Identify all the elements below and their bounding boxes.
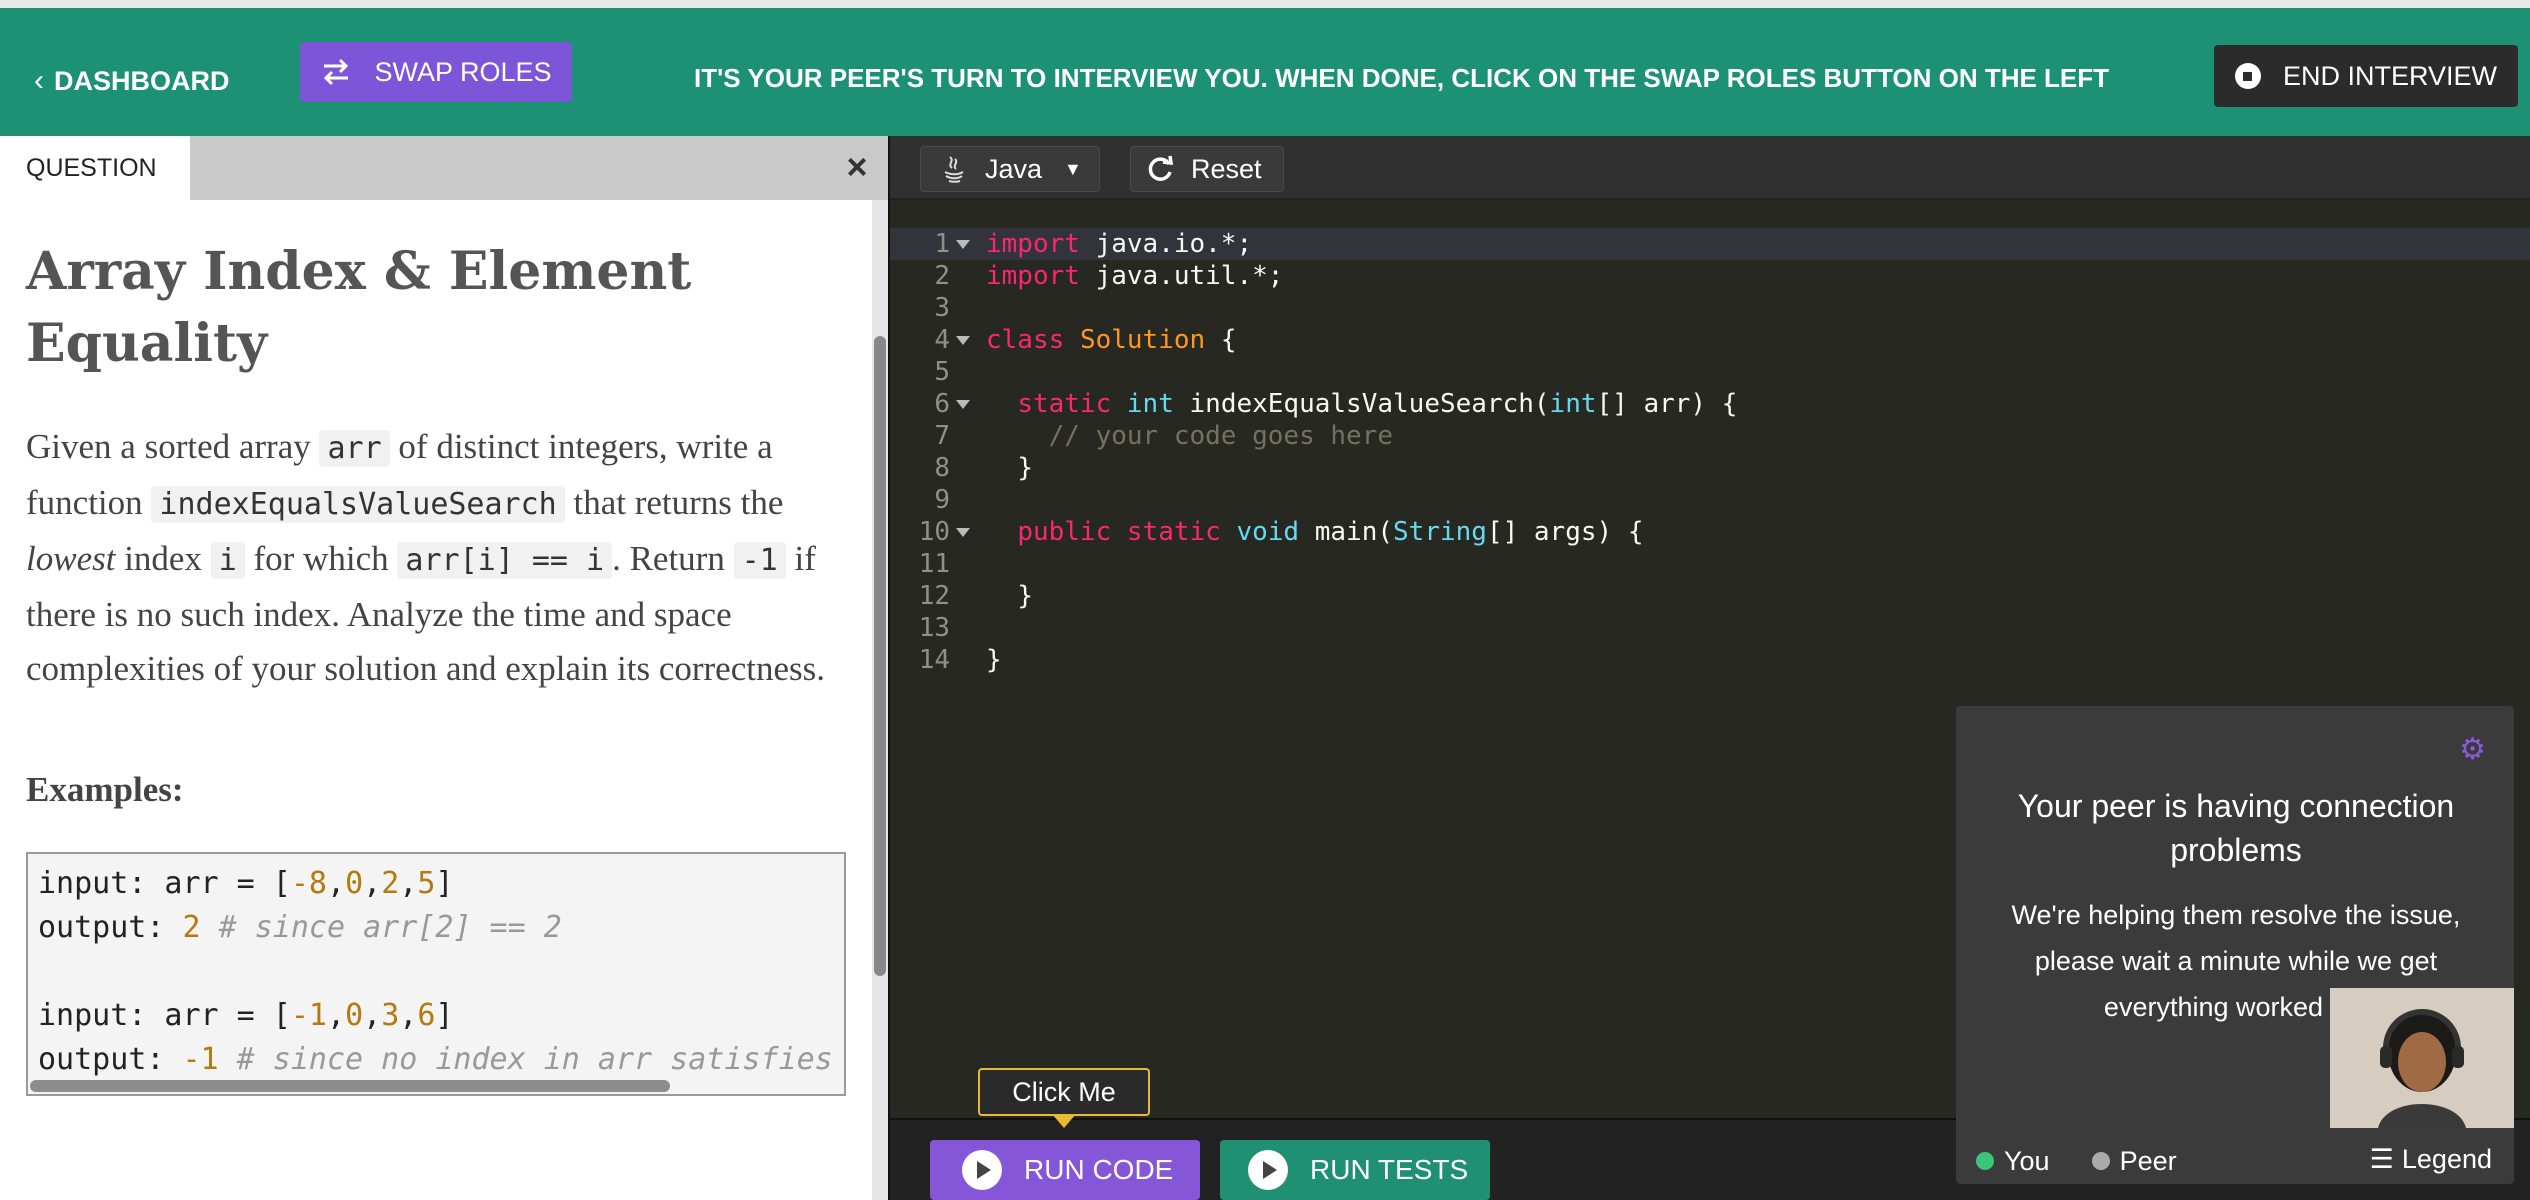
legend-row: You Peer ☰ Legend bbox=[1956, 1138, 2514, 1184]
tab-question[interactable]: QUESTION bbox=[0, 136, 190, 200]
question-panel: QUESTION × Array Index & Element Equalit… bbox=[0, 136, 888, 1200]
avatar bbox=[2330, 988, 2514, 1128]
menu-icon: ☰ bbox=[2369, 1144, 2394, 1174]
code-line[interactable]: 2 import java.util.*; bbox=[890, 260, 2530, 292]
video-panel: ⚙ Your peer is having connection problem… bbox=[1956, 706, 2514, 1184]
run-tests-button[interactable]: RUN TESTS bbox=[1220, 1140, 1490, 1200]
examples-code-block: input: arr = [-8,0,2,5] output: 2 # sinc… bbox=[26, 852, 846, 1096]
swap-roles-label: SWAP ROLES bbox=[374, 56, 552, 87]
gear-icon[interactable]: ⚙ bbox=[2459, 732, 2486, 767]
code-line[interactable]: 6 static int indexEqualsValueSearch(int[… bbox=[890, 388, 2530, 420]
peer-label: Peer bbox=[2119, 1145, 2177, 1176]
code-line[interactable]: 5 bbox=[890, 356, 2530, 388]
reset-button[interactable]: Reset bbox=[1130, 146, 1284, 192]
chevron-left-icon: ‹ bbox=[34, 64, 44, 97]
question-description: Given a sorted array arr of distinct int… bbox=[26, 427, 825, 688]
question-title: Array Index & Element Equality bbox=[26, 241, 692, 374]
peer-video-thumbnail[interactable] bbox=[2330, 988, 2514, 1128]
end-interview-button[interactable]: END INTERVIEW bbox=[2214, 45, 2518, 107]
status-dot-icon bbox=[2091, 1152, 2110, 1170]
code-line[interactable]: 13 bbox=[890, 612, 2530, 644]
connection-title: Your peer is having connection problems bbox=[2017, 788, 2455, 868]
reset-label: Reset bbox=[1191, 153, 1262, 184]
end-interview-label: END INTERVIEW bbox=[2282, 60, 2498, 91]
code-line[interactable]: 4 class Solution { bbox=[890, 324, 2530, 356]
question-tab-bar: QUESTION × bbox=[0, 136, 888, 200]
legend-you: You bbox=[1976, 1146, 2050, 1177]
legend-button[interactable]: ☰ Legend bbox=[2370, 1144, 2492, 1175]
legend-label: Legend bbox=[2401, 1144, 2492, 1174]
you-label: You bbox=[2004, 1145, 2050, 1176]
swap-roles-button[interactable]: SWAP ROLES bbox=[300, 42, 572, 102]
code-line[interactable]: 7 // your code goes here bbox=[890, 420, 2530, 452]
close-icon[interactable]: × bbox=[840, 149, 874, 185]
java-icon bbox=[944, 156, 964, 183]
run-code-label: RUN CODE bbox=[1024, 1154, 1174, 1185]
example-code: input: arr = [-8,0,2,5] output: 2 # sinc… bbox=[38, 866, 833, 1077]
fold-arrow-icon[interactable] bbox=[956, 336, 970, 345]
legend-peer: Peer bbox=[2091, 1145, 2177, 1177]
caret-down-icon: ▼ bbox=[1064, 158, 1082, 179]
stop-icon bbox=[2234, 63, 2261, 89]
code-line[interactable]: 12 } bbox=[890, 580, 2530, 612]
fold-arrow-icon[interactable] bbox=[956, 240, 970, 249]
reset-icon bbox=[1148, 155, 1174, 181]
code-line[interactable]: 9 bbox=[890, 484, 2530, 516]
editor-toolbar: Java ▼ Reset bbox=[890, 136, 2530, 200]
language-label: Java bbox=[985, 153, 1043, 184]
run-tests-label: RUN TESTS bbox=[1310, 1154, 1469, 1185]
examples-heading: Examples: bbox=[26, 770, 184, 809]
code-line[interactable]: 14} bbox=[890, 644, 2530, 676]
code-line[interactable]: 10 public static void main(String[] args… bbox=[890, 516, 2530, 548]
fold-arrow-icon[interactable] bbox=[956, 528, 970, 537]
code-area[interactable]: 1 import java.io.*; 2 import java.util.*; … bbox=[890, 228, 2530, 676]
horizontal-scrollbar[interactable] bbox=[30, 1080, 670, 1092]
top-bar: ‹ DASHBOARD SWAP ROLES IT'S YOUR PEER'S … bbox=[0, 0, 2530, 136]
language-select[interactable]: Java ▼ bbox=[920, 146, 1100, 192]
code-line[interactable]: 8 } bbox=[890, 452, 2530, 484]
swap-arrows-icon bbox=[324, 58, 349, 86]
click-me-tooltip: Click Me bbox=[978, 1068, 1150, 1128]
fold-arrow-icon[interactable] bbox=[956, 400, 970, 409]
code-line[interactable]: 3 bbox=[890, 292, 2530, 324]
status-dot-icon bbox=[1976, 1152, 1994, 1170]
code-line[interactable]: 1 import java.io.*; bbox=[890, 228, 2530, 260]
dashboard-link[interactable]: ‹ DASHBOARD bbox=[34, 64, 230, 98]
turn-banner: IT'S YOUR PEER'S TURN TO INTERVIEW YOU. … bbox=[694, 63, 2110, 93]
question-body: Array Index & Element Equality Given a s… bbox=[0, 200, 872, 1200]
play-icon bbox=[1248, 1150, 1288, 1190]
run-code-button[interactable]: RUN CODE bbox=[930, 1140, 1200, 1200]
play-icon bbox=[962, 1150, 1002, 1190]
dashboard-label: DASHBOARD bbox=[54, 65, 230, 96]
vertical-scrollbar[interactable] bbox=[874, 336, 886, 976]
code-line[interactable]: 11 bbox=[890, 548, 2530, 580]
